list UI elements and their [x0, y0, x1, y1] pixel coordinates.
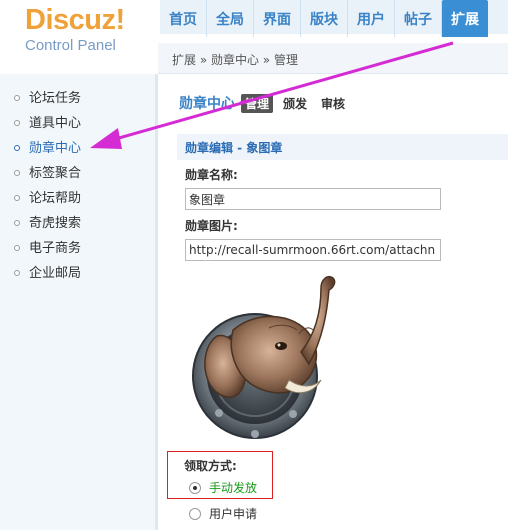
logo-brand: Discuz! [25, 4, 125, 36]
nav-item-interface[interactable]: 界面 [254, 0, 301, 37]
option-apply-label: 用户申请 [209, 507, 258, 521]
nav-item-global[interactable]: 全局 [207, 0, 254, 37]
medal-image-url-input[interactable] [185, 239, 441, 261]
bullet-icon [14, 145, 20, 151]
sidebar-item-label: 勋章中心 [29, 141, 82, 156]
sidebar-item-qihoo-search[interactable]: 奇虎搜索 [0, 211, 155, 236]
sidebar-item-label: 奇虎搜索 [29, 216, 82, 231]
sidebar-item-medals[interactable]: 勋章中心 [0, 136, 155, 161]
elephant-medal-image [192, 276, 336, 439]
bullet-icon [14, 120, 20, 126]
nav-item-forums[interactable]: 版块 [301, 0, 348, 37]
radio-apply[interactable] [189, 507, 201, 520]
nav-item-extensions[interactable]: 扩展 [442, 0, 488, 37]
option-apply[interactable]: 用户申请 [189, 505, 257, 522]
nav-item-home[interactable]: 首页 [160, 0, 207, 37]
sidebar-item-tasks[interactable]: 论坛任务 [0, 86, 155, 111]
nav-item-posts[interactable]: 帖子 [395, 0, 442, 37]
sidebar-item-enterprise-mail[interactable]: 企业邮局 [0, 261, 155, 286]
tab-bar: 勋章中心 管理 颁发 审核 [179, 93, 355, 113]
medal-name-input[interactable] [185, 188, 441, 210]
breadcrumb-bar: 扩展 » 勋章中心 » 管理 [158, 43, 508, 74]
sidebar-item-label: 论坛帮助 [29, 191, 82, 206]
sidebar-item-props[interactable]: 道具中心 [0, 111, 155, 136]
sidebar-item-label: 标签聚合 [29, 166, 82, 181]
tab-manage[interactable]: 管理 [241, 93, 274, 113]
sidebar-item-label: 电子商务 [29, 241, 82, 256]
receive-method-label: 领取方式: [184, 459, 237, 473]
sidebar-item-label: 企业邮局 [29, 266, 82, 281]
section-title: 勋章编辑 - 象图章 [185, 141, 283, 155]
sidebar-item-label: 论坛任务 [29, 91, 82, 106]
sidebar: 论坛任务 道具中心 勋章中心 标签聚合 论坛帮助 奇虎搜索 电子商务 企业邮局 [0, 74, 158, 530]
discuz-logo[interactable]: Discuz! Control Panel [25, 4, 125, 54]
breadcrumb: 扩展 » 勋章中心 » 管理 [172, 53, 298, 67]
medal-name-label: 勋章名称: [185, 168, 238, 182]
tab-review[interactable]: 审核 [317, 94, 349, 113]
sidebar-item-help[interactable]: 论坛帮助 [0, 186, 155, 211]
sidebar-item-label: 道具中心 [29, 116, 82, 131]
sidebar-item-ecommerce[interactable]: 电子商务 [0, 236, 155, 261]
bullet-icon [14, 220, 20, 226]
nav-item-users[interactable]: 用户 [348, 0, 395, 37]
bullet-icon [14, 245, 20, 251]
page-title: 勋章中心 [179, 96, 235, 112]
bullet-icon [14, 170, 20, 176]
sidebar-item-tags[interactable]: 标签聚合 [0, 161, 155, 186]
bullet-icon [14, 95, 20, 101]
tab-award[interactable]: 颁发 [279, 94, 311, 113]
section-header: 勋章编辑 - 象图章 [177, 134, 508, 160]
medal-image-label: 勋章图片: [185, 219, 238, 233]
bullet-icon [14, 195, 20, 201]
top-nav: 首页 全局 界面 版块 用户 帖子 扩展 [160, 0, 508, 37]
bullet-icon [14, 270, 20, 276]
logo-subtitle: Control Panel [25, 37, 116, 54]
